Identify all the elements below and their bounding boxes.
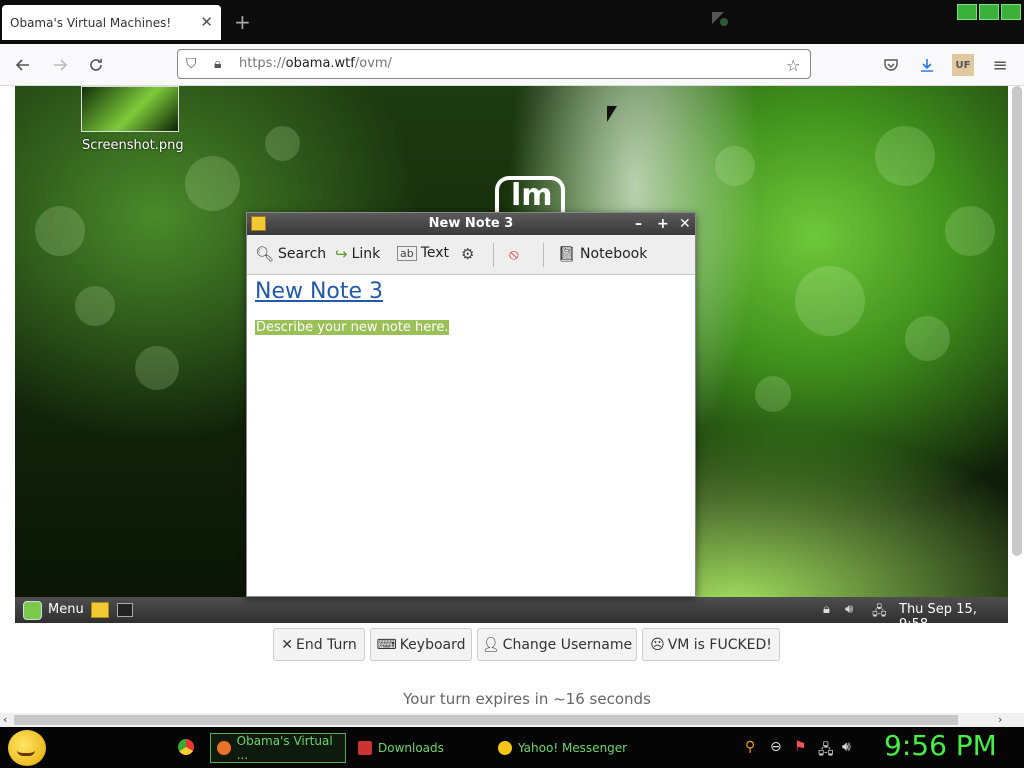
note-launcher-icon[interactable] (91, 602, 109, 618)
note-toolbar: 🔍︎ Search ↪ Link ab Text ⚙ ⦸ 📓︎ Notebook (247, 235, 695, 275)
sad-face-icon: ☹ (650, 636, 665, 653)
keyboard-icon: ⌨ (376, 636, 397, 653)
lock-icon[interactable]: 🔒︎ (214, 56, 221, 72)
network-tray-icon[interactable]: 🖧 (872, 602, 887, 623)
notebook-button[interactable]: 📓︎ Notebook (557, 245, 647, 263)
volume-tray-icon[interactable]: 🔊︎ (842, 739, 851, 755)
minimize-icon[interactable]: – (635, 213, 642, 235)
window-controls[interactable] (957, 4, 1021, 20)
note-window[interactable]: New Note 3 – + ✕ 🔍︎ Search ↪ Link ab Tex… (246, 212, 696, 597)
tab-close-icon[interactable]: ✕ (200, 13, 213, 31)
close-icon[interactable]: ✕ (679, 213, 691, 235)
back-arrow-icon[interactable] (10, 52, 36, 78)
keyboard-button[interactable]: ⌨ Keyboard (370, 628, 472, 661)
pocket-icon[interactable] (878, 52, 904, 78)
url-text: https://obama.wtf/ovm/ (239, 56, 392, 71)
host-taskbar: Obama's Virtual ... Downloads Yahoo! Mes… (0, 727, 1024, 768)
note-app-icon (251, 216, 266, 231)
host-clock[interactable]: 9:56 PM (884, 729, 997, 762)
vm-clock[interactable]: Thu Sep 15, 9:58 (899, 602, 1008, 623)
volume-tray-icon[interactable]: 🔊︎ (845, 602, 853, 617)
note-description[interactable]: Describe your new note here. (255, 320, 450, 335)
nav-bar: ⛉ 🔒︎ https://obama.wtf/ovm/ ☆ UF ≡ (0, 44, 1024, 86)
reload-icon[interactable] (83, 52, 109, 78)
tools-button[interactable]: ⚙ (461, 245, 474, 263)
bookmark-star-icon[interactable]: ☆ (786, 56, 800, 75)
scroll-left-icon[interactable]: ‹ (3, 713, 7, 726)
user-edit-icon: 👤︎ (481, 636, 500, 653)
notebook-icon: 📓︎ (557, 245, 577, 263)
desktop-file-label[interactable]: Screenshot.png (82, 138, 184, 153)
delete-button[interactable]: ⦸ (509, 245, 519, 263)
search-button[interactable]: 🔍︎ Search (255, 245, 326, 263)
link-button[interactable]: ↪ Link (335, 245, 380, 263)
end-turn-button[interactable]: ✕ End Turn (273, 628, 365, 661)
text-button[interactable]: ab Text (397, 245, 449, 261)
chrome-icon[interactable] (178, 739, 194, 755)
change-username-button[interactable]: 👤︎ Change Username (477, 628, 637, 661)
vote-reset-button[interactable]: ☹ VM is FUCKED! (642, 628, 780, 661)
turn-timer-text: Your turn expires in ~16 seconds (403, 690, 651, 708)
text-style-icon: ab (397, 245, 417, 261)
vm-menu-label[interactable]: Menu (48, 602, 84, 617)
forward-arrow-icon[interactable] (47, 52, 73, 78)
tab-bar: Obama's Virtual Machines! ✕ + (0, 0, 1024, 44)
vertical-scrollbar[interactable] (1010, 86, 1024, 713)
scroll-right-icon[interactable]: › (998, 713, 1002, 726)
browser-tab[interactable]: Obama's Virtual Machines! ✕ (2, 5, 221, 40)
download-icon[interactable] (914, 52, 940, 78)
x-icon: ✕ (281, 636, 293, 653)
firefox-icon (217, 741, 231, 755)
shield-icon[interactable]: ⛉ (186, 56, 197, 72)
mouse-pointer-icon (607, 106, 617, 122)
note-heading[interactable]: New Note 3 (255, 279, 687, 304)
terminal-launcher-icon[interactable] (117, 603, 133, 617)
url-bar[interactable]: ⛉ 🔒︎ https://obama.wtf/ovm/ ☆ (177, 49, 811, 79)
note-window-title: New Note 3 (428, 216, 514, 231)
taskbar-item[interactable]: Downloads (352, 733, 488, 763)
yahoo-smiley-icon (498, 741, 512, 755)
maximize-icon[interactable]: + (657, 213, 669, 235)
search-icon: 🔍︎ (255, 245, 275, 263)
start-button[interactable] (8, 730, 46, 766)
mint-logo-text: lm (511, 178, 553, 213)
lock-tray-icon[interactable]: 🔒︎ (823, 602, 830, 617)
link-arrow-icon: ↪ (335, 245, 348, 263)
delete-icon: ⦸ (509, 245, 519, 263)
desktop-file-icon[interactable] (81, 86, 179, 132)
network-tray-icon[interactable]: 🖧 (818, 739, 834, 763)
vm-panel: Menu 🔒︎ 🔊︎ 🖧 Thu Sep 15, 9:58 (15, 597, 1008, 623)
mint-menu-icon[interactable] (23, 601, 42, 620)
horizontal-scrollbar[interactable]: ‹ › (0, 713, 1024, 727)
cursor-icon (712, 12, 728, 26)
flag-tray-icon[interactable]: ⚑ (794, 739, 807, 755)
note-body[interactable]: New Note 3 Describe your new note here. (247, 279, 695, 335)
gear-icon: ⚙ (461, 245, 475, 263)
search-tray-icon[interactable]: ⚲ (745, 739, 755, 755)
tab-title: Obama's Virtual Machines! (10, 15, 172, 30)
hamburger-menu-icon[interactable]: ≡ (987, 52, 1013, 78)
minus-tray-icon[interactable]: ⊖ (770, 739, 782, 755)
note-titlebar[interactable]: New Note 3 – + ✕ (247, 213, 695, 235)
extension-icon[interactable]: UF (952, 54, 974, 76)
taskbar-item[interactable]: Yahoo! Messenger (492, 733, 628, 763)
taskbar-item[interactable]: Obama's Virtual ... (210, 733, 346, 763)
new-tab-button[interactable]: + (234, 10, 251, 34)
downloads-icon (358, 741, 372, 755)
